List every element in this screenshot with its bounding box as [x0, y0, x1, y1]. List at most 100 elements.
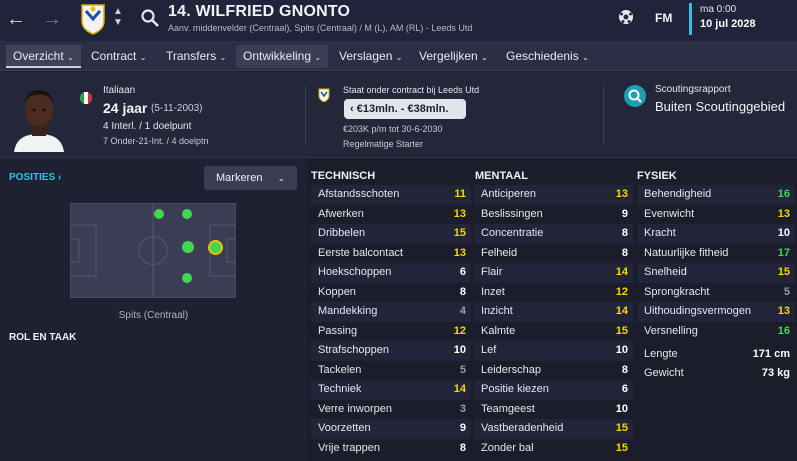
attribute-row[interactable]: Zonder bal 15 — [474, 439, 633, 459]
player-photo — [10, 82, 68, 152]
height-label: Lengte — [644, 348, 678, 360]
attribute-row[interactable]: Afwerken 13 — [311, 205, 471, 225]
attribute-value: 12 — [615, 285, 628, 298]
attribute-value: 8 — [621, 227, 628, 239]
tab-vergelijken[interactable]: Vergelijken ⌄ — [412, 45, 495, 68]
attribute-name: Snelheid — [644, 266, 687, 278]
search-icon[interactable] — [140, 8, 160, 28]
attribute-row[interactable]: Flair 14 — [474, 263, 633, 283]
tab-bar: Overzicht ⌄ Contract ⌄ Transfers ⌄ Ontwi… — [0, 41, 797, 71]
attribute-name: Techniek — [318, 383, 362, 395]
attribute-value: 13 — [615, 188, 628, 200]
tab-ontwikkeling[interactable]: Ontwikkeling ⌄ — [236, 45, 329, 68]
attribute-row[interactable]: Vastberadenheid 15 — [474, 419, 633, 439]
position-dot[interactable] — [154, 209, 164, 219]
attribute-row[interactable]: Voorzetten 9 — [311, 419, 471, 439]
position-dot-selected[interactable] — [208, 240, 223, 255]
attribute-row[interactable]: Teamgeest 10 — [474, 400, 633, 420]
attribute-row[interactable]: Leiderschap 8 — [474, 361, 633, 381]
attribute-row[interactable]: Kalmte 15 — [474, 322, 633, 342]
game-date[interactable]: 10 jul 2028 — [700, 18, 756, 30]
attribute-row[interactable]: Vrije trappen 8 — [311, 439, 471, 459]
attribute-row[interactable]: Sprongkracht 5 — [637, 283, 795, 303]
attribute-row[interactable]: Lef 10 — [474, 341, 633, 361]
attribute-value: 13 — [453, 207, 466, 220]
game-time[interactable]: ma 0:00 — [700, 4, 736, 15]
forward-arrow-icon[interactable]: → — [42, 8, 64, 30]
attribute-row[interactable]: Uithoudingsvermogen 13 — [637, 302, 795, 322]
attribute-row[interactable]: Natuurlijke fitheid 17 — [637, 244, 795, 264]
highlight-dropdown[interactable]: Markeren ⌄ — [204, 166, 297, 190]
attribute-row[interactable]: Afstandsschoten 11 — [311, 185, 471, 205]
divider — [305, 86, 306, 144]
positions-link[interactable]: POSITIES › — [9, 172, 61, 183]
position-dot[interactable] — [182, 241, 194, 253]
contract-status: Staat onder contract bij Leeds Utd — [343, 85, 480, 95]
attribute-row[interactable]: Behendigheid 16 — [637, 185, 795, 205]
attribute-name: Tackelen — [318, 363, 362, 376]
attribute-row[interactable]: Versnelling 16 — [637, 322, 795, 342]
attribute-row[interactable]: Kracht 10 — [637, 224, 795, 244]
tab-transfers[interactable]: Transfers ⌄ — [159, 45, 233, 68]
chevron-right-icon: › — [57, 172, 62, 183]
chevron-updown-icon[interactable]: ▲ ▼ — [112, 6, 124, 32]
height-row: Lengte 171 cm — [637, 345, 795, 365]
attribute-value: 13 — [453, 246, 466, 259]
attribute-name: Inzet — [481, 285, 505, 298]
attribute-name: Flair — [481, 266, 503, 278]
attribute-row[interactable]: Inzicht 14 — [474, 302, 633, 322]
club-crest-icon[interactable] — [80, 3, 106, 35]
attribute-row[interactable]: Passing 12 — [311, 322, 471, 342]
attribute-value: 15 — [453, 227, 466, 239]
attribute-row[interactable]: Tackelen 5 — [311, 361, 471, 381]
attribute-row[interactable]: Verre inworpen 3 — [311, 400, 471, 420]
player-info-strip: Italiaan 24 jaar (5-11-2003) 4 Interl. /… — [0, 72, 797, 158]
club-crest-small-icon — [318, 88, 330, 103]
role-label: ROL EN TAAK — [9, 332, 77, 343]
back-arrow-icon[interactable]: ← — [6, 8, 28, 30]
attribute-value: 14 — [615, 305, 628, 317]
attribute-name: Versnelling — [644, 324, 698, 337]
attribute-row[interactable]: Mandekking 4 — [311, 302, 471, 322]
attribute-row[interactable]: Inzet 12 — [474, 283, 633, 303]
attribute-value: 13 — [777, 207, 790, 220]
attribute-value: 8 — [459, 441, 466, 454]
tab-contract[interactable]: Contract ⌄ — [84, 45, 153, 68]
attribute-row[interactable]: Beslissingen 9 — [474, 205, 633, 225]
attribute-row[interactable]: Concentratie 8 — [474, 224, 633, 244]
scouting-value: Buiten Scoutinggebied — [655, 99, 786, 114]
attribute-row[interactable]: Felheid 8 — [474, 244, 633, 264]
attribute-value: 10 — [453, 344, 466, 356]
attribute-name: Verre inworpen — [318, 402, 392, 415]
attribute-row[interactable]: Evenwicht 13 — [637, 205, 795, 225]
tab-geschiedenis[interactable]: Geschiedenis ⌄ — [499, 45, 596, 68]
value-range[interactable]: ‹ €13mln. - €38mln. — [344, 99, 466, 119]
attribute-name: Felheid — [481, 246, 518, 259]
position-dot[interactable] — [182, 273, 192, 283]
attribute-row[interactable]: Hoekschoppen 6 — [311, 263, 471, 283]
attribute-row[interactable]: Koppen 8 — [311, 283, 471, 303]
attribute-name: Teamgeest — [481, 402, 535, 415]
tab-verslagen[interactable]: Verslagen ⌄ — [332, 45, 409, 68]
technical-header: TECHNISCH — [311, 170, 376, 182]
pitch — [69, 202, 237, 299]
attribute-row[interactable]: Strafschoppen 10 — [311, 341, 471, 361]
position-dot[interactable] — [182, 209, 192, 219]
italy-flag-icon — [80, 92, 92, 104]
attribute-value: 17 — [777, 246, 790, 259]
fm-logo[interactable]: FM — [655, 11, 672, 25]
attribute-row[interactable]: Positie kiezen 6 — [474, 380, 633, 400]
attribute-row[interactable]: Techniek 14 — [311, 380, 471, 400]
attribute-row[interactable]: Eerste balcontact 13 — [311, 244, 471, 264]
attribute-value: 14 — [453, 383, 466, 395]
attribute-name: Leiderschap — [481, 363, 541, 376]
attribute-row[interactable]: Anticiperen 13 — [474, 185, 633, 205]
attribute-value: 8 — [621, 363, 628, 376]
chevron-down-icon: ⌄ — [219, 53, 227, 62]
attribute-value: 5 — [459, 363, 466, 376]
attribute-row[interactable]: Snelheid 15 — [637, 263, 795, 283]
scouting-icon-bg[interactable] — [624, 85, 646, 107]
attribute-row[interactable]: Dribbelen 15 — [311, 224, 471, 244]
ball-icon[interactable] — [617, 8, 635, 26]
tab-overzicht[interactable]: Overzicht ⌄ — [6, 45, 81, 68]
